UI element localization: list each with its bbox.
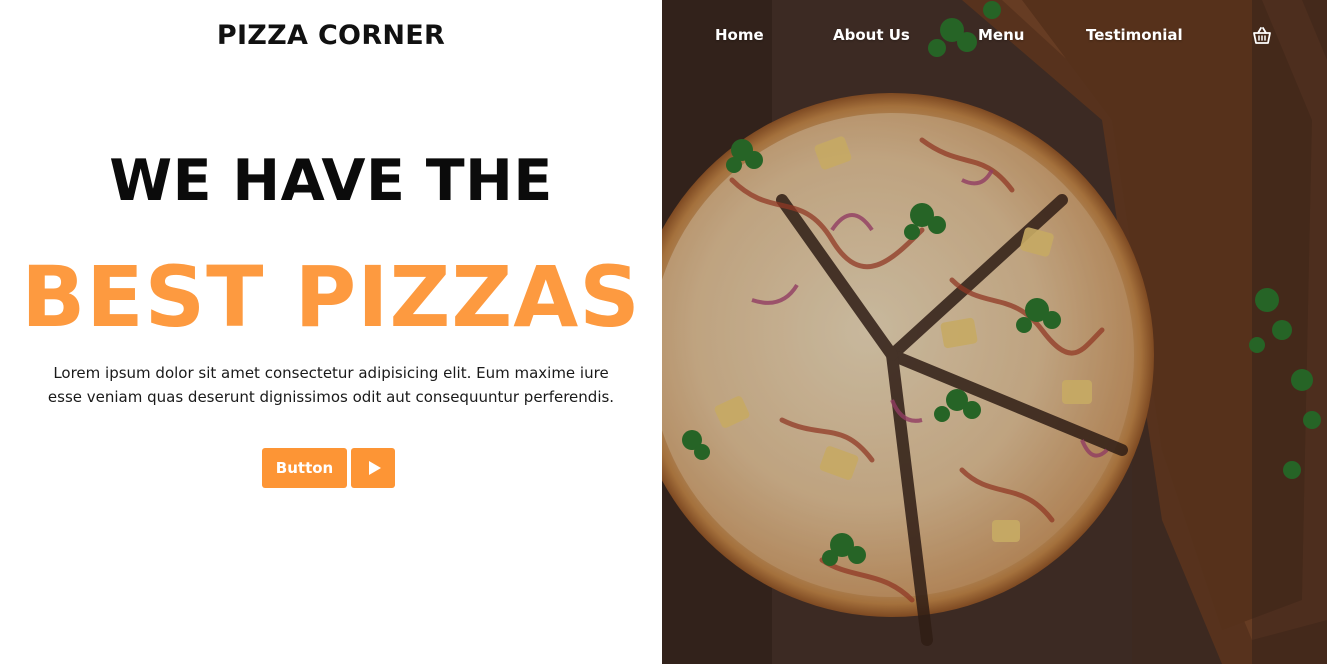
hero-description: Lorem ipsum dolor sit amet consectetur a… xyxy=(47,364,615,406)
hero-actions: Button xyxy=(262,448,395,488)
nav-item-testimonial[interactable]: Testimonial xyxy=(1086,26,1183,44)
top-navigation: Home About Us Menu Testimonial xyxy=(662,26,1327,50)
nav-item-home[interactable]: Home xyxy=(715,26,764,44)
hero-headline-line2: BEST PIZZAS xyxy=(21,248,641,346)
pizza-illustration xyxy=(662,0,1327,664)
hero-headline-line1: WE HAVE THE xyxy=(109,148,553,214)
brand-logo[interactable]: PIZZA CORNER xyxy=(0,20,662,51)
hero-image xyxy=(662,0,1327,664)
basket-icon[interactable] xyxy=(1252,26,1272,46)
play-button[interactable] xyxy=(351,448,395,488)
primary-button[interactable]: Button xyxy=(262,448,347,488)
nav-item-about-us[interactable]: About Us xyxy=(833,26,910,44)
play-icon xyxy=(368,461,381,475)
nav-item-menu[interactable]: Menu xyxy=(978,26,1024,44)
hero-left-panel: PIZZA CORNER WE HAVE THE BEST PIZZAS Lor… xyxy=(0,0,662,664)
